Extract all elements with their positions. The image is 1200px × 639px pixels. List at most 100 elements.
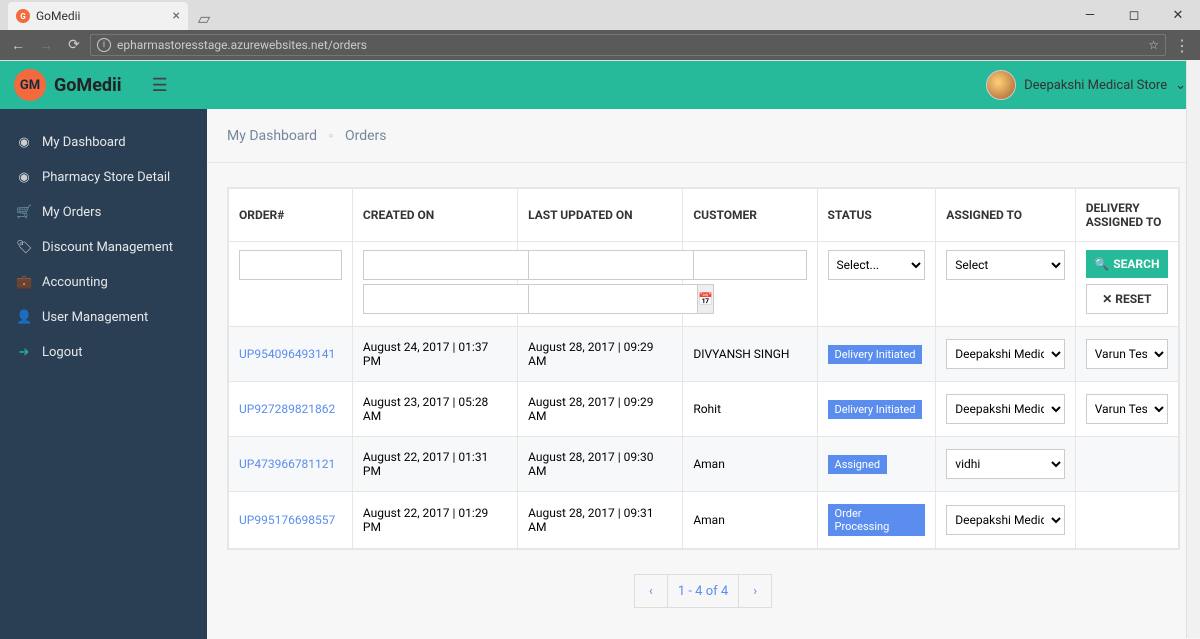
search-button[interactable]: 🔍SEARCH [1086, 250, 1168, 278]
window-controls: — ◻ ✕ [1068, 0, 1200, 30]
reset-button[interactable]: ✕ RESET [1086, 284, 1168, 314]
sidebar-item-label: Logout [42, 345, 83, 360]
app-header: GM GoMedii ☰ Deepakshi Medical Store ⌄ [0, 61, 1200, 109]
page-prev-button[interactable]: ‹ [634, 574, 668, 608]
browser-tab[interactable]: G GoMedii × [8, 2, 188, 30]
sidebar-icon: ◉ [16, 170, 32, 185]
avatar [986, 70, 1016, 100]
filter-row: 📅 📅 📅 📅 Select... Select 🔍SEARCH ✕ R [229, 242, 1179, 327]
address-bar: ← → ⟳ i epharmastoresstage.azurewebsites… [0, 30, 1200, 60]
filter-updated-from[interactable] [528, 250, 697, 280]
cell-updated: August 28, 2017 | 09:29 AM [518, 327, 683, 382]
sidebar: ◉My Dashboard ◉ Pharmacy Store Detail 🛒My O… [0, 109, 207, 639]
cell-customer: DIVYANSH SINGH [683, 327, 817, 382]
bookmark-icon[interactable]: ☆ [1148, 38, 1159, 52]
sidebar-item-label: User Management [42, 310, 148, 325]
chevron-down-icon: ⌄ [1175, 78, 1186, 93]
sidebar-item-label: My Dashboard [42, 135, 126, 150]
sidebar-icon: 🏷 [16, 240, 32, 255]
status-badge: Delivery Initiated [828, 345, 923, 364]
breadcrumb: My Dashboard ◦ Orders [207, 109, 1200, 163]
filter-created-to[interactable] [363, 284, 532, 314]
forward-button[interactable]: → [34, 33, 58, 57]
cell-created: August 22, 2017 | 01:29 PM [352, 492, 517, 549]
table-row: UP954096493141 August 24, 2017 | 01:37 P… [229, 327, 1179, 382]
minimize-button[interactable]: — [1068, 0, 1112, 30]
logo-text: GoMedii [54, 75, 122, 96]
filter-created-from[interactable] [363, 250, 532, 280]
filter-order-input[interactable] [239, 250, 342, 280]
breadcrumb-current: Orders [345, 128, 387, 144]
th-customer: CUSTOMER [683, 189, 817, 242]
app-body: ◉My Dashboard ◉ Pharmacy Store Detail 🛒My O… [0, 109, 1200, 639]
cell-customer: Rohit [683, 382, 817, 437]
scrollbar[interactable] [1186, 60, 1200, 638]
reload-button[interactable]: ⟳ [62, 33, 86, 57]
sidebar-item-logout[interactable]: ➜Logout [0, 335, 207, 370]
breadcrumb-root[interactable]: My Dashboard [227, 128, 317, 144]
url-field[interactable]: i epharmastoresstage.azurewebsites.net/o… [90, 34, 1166, 56]
cell-customer: Aman [683, 492, 817, 549]
cell-created: August 24, 2017 | 01:37 PM [352, 327, 517, 382]
search-icon: 🔍 [1094, 257, 1109, 271]
row-assigned-select[interactable]: Deepakshi Medical Sto [946, 505, 1064, 535]
th-order: ORDER# [229, 189, 353, 242]
new-tab-button[interactable]: ▱ [192, 6, 216, 30]
cell-updated: August 28, 2017 | 09:29 AM [518, 382, 683, 437]
row-assigned-select[interactable]: Deepakshi Medical Sto [946, 394, 1064, 424]
orders-table: ORDER# CREATED ON LAST UPDATED ON CUSTOM… [228, 188, 1179, 549]
row-assigned-select[interactable]: Deepakshi Medical Sto [946, 339, 1064, 369]
browser-menu-icon[interactable]: ⋮ [1170, 36, 1194, 55]
filter-status-select[interactable]: Select... [828, 250, 926, 280]
status-badge: Assigned [828, 455, 888, 474]
order-link[interactable]: UP927289821862 [239, 402, 335, 416]
sidebar-item-label: Discount Management [42, 240, 173, 255]
close-window-button[interactable]: ✕ [1156, 0, 1200, 30]
sidebar-icon: 💼 [16, 275, 32, 290]
status-badge: Order Processing [828, 504, 926, 536]
sidebar-icon: 🛒 [16, 205, 32, 220]
sidebar-item-my-dashboard[interactable]: ◉My Dashboard [0, 125, 207, 160]
sidebar-item-discount-management[interactable]: 🏷 Discount Management [0, 230, 207, 265]
back-button[interactable]: ← [6, 33, 30, 57]
th-delivery: DELIVERY ASSIGNED TO [1075, 189, 1178, 242]
cell-updated: August 28, 2017 | 09:31 AM [518, 492, 683, 549]
tab-strip: G GoMedii × ▱ — ◻ ✕ [0, 0, 1200, 30]
row-delivery-select[interactable]: Varun Test [1086, 339, 1168, 369]
sidebar-item-accounting[interactable]: 💼 Accounting [0, 265, 207, 300]
breadcrumb-separator: ◦ [329, 128, 334, 144]
cell-customer: Aman [683, 437, 817, 492]
page-info: 1 - 4 of 4 [667, 574, 739, 608]
order-link[interactable]: UP954096493141 [239, 347, 335, 361]
order-link[interactable]: UP995176698557 [239, 513, 335, 527]
logo-badge: GM [14, 69, 46, 101]
menu-toggle-icon[interactable]: ☰ [152, 75, 168, 96]
row-delivery-select[interactable]: Varun Test [1086, 394, 1168, 424]
url-text: epharmastoresstage.azurewebsites.net/ord… [117, 38, 367, 52]
cell-created: August 22, 2017 | 01:31 PM [352, 437, 517, 492]
sidebar-item-my-orders[interactable]: 🛒My Orders [0, 195, 207, 230]
maximize-button[interactable]: ◻ [1112, 0, 1156, 30]
status-badge: Delivery Initiated [828, 400, 923, 419]
site-info-icon[interactable]: i [97, 38, 111, 52]
filter-customer-input[interactable] [693, 250, 806, 280]
sidebar-item-pharmacy-store-detail[interactable]: ◉ Pharmacy Store Detail [0, 160, 207, 195]
calendar-icon[interactable]: 📅 [697, 284, 714, 314]
sidebar-item-user-management[interactable]: 👤User Management [0, 300, 207, 335]
tab-close-icon[interactable]: × [173, 8, 180, 24]
th-updated: LAST UPDATED ON [518, 189, 683, 242]
orders-panel: ORDER# CREATED ON LAST UPDATED ON CUSTOM… [227, 187, 1180, 550]
browser-chrome: G GoMedii × ▱ — ◻ ✕ ← → ⟳ i epharmastore… [0, 0, 1200, 61]
sidebar-item-label: Accounting [42, 275, 108, 290]
sidebar-item-label: Pharmacy Store Detail [42, 170, 170, 185]
user-menu[interactable]: Deepakshi Medical Store ⌄ [986, 70, 1186, 100]
page-next-button[interactable]: › [738, 574, 772, 608]
user-store-label: Deepakshi Medical Store [1024, 78, 1167, 93]
filter-updated-to[interactable] [528, 284, 697, 314]
row-assigned-select[interactable]: vidhi [946, 449, 1064, 479]
tab-title: GoMedii [36, 9, 80, 23]
order-link[interactable]: UP473966781121 [239, 457, 335, 471]
filter-assigned-select[interactable]: Select [946, 250, 1064, 280]
cell-created: August 23, 2017 | 05:28 AM [352, 382, 517, 437]
table-header-row: ORDER# CREATED ON LAST UPDATED ON CUSTOM… [229, 189, 1179, 242]
